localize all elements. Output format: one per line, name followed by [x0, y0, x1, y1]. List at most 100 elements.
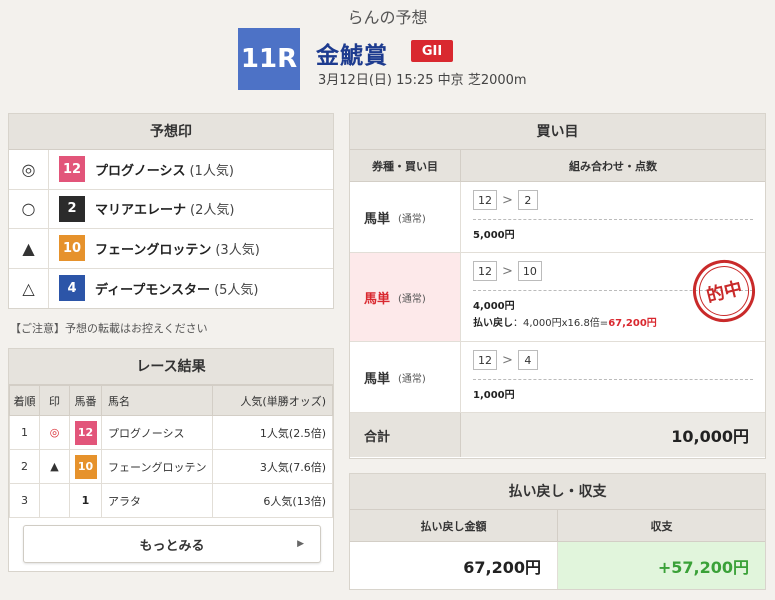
- result-number-cell: 10: [69, 449, 102, 484]
- col-popularity: 人気(単勝オッズ): [212, 385, 333, 416]
- race-result-heading: レース結果: [9, 349, 333, 385]
- horse-name: フェーングロッテン: [95, 242, 212, 258]
- col-balance: 収支: [650, 519, 673, 533]
- result-horse-name: アラタ: [101, 483, 213, 518]
- prediction-list: ◎ 12 プログノーシス (1人気) ○ 2 マリアエレーナ (2人気) ▲ 10 フェーングロッテ…: [9, 150, 333, 308]
- col-bet-type: 券種・買い目: [350, 150, 461, 181]
- second-horse-chip: 2: [517, 190, 538, 210]
- dashed-divider: [473, 219, 753, 220]
- race-number-badge: 11R: [238, 28, 300, 90]
- result-mark: ◎: [39, 415, 70, 450]
- race-info: 3月12日(日) 15:25 中京 芝2000m: [318, 73, 527, 88]
- result-rank: 1: [9, 415, 40, 450]
- col-payout-amount: 払い戻し金額: [350, 510, 558, 541]
- payout-amount: 67,200円: [350, 542, 558, 589]
- table-row: 1 ◎ 12 プログノーシス 1人気(2.5倍): [9, 415, 333, 450]
- col-combination: 組み合わせ・点数: [569, 159, 657, 173]
- prediction-heading: 予想印: [9, 114, 333, 150]
- horse-number-badge: 1: [74, 488, 97, 513]
- horse-popularity: (1人気): [189, 163, 234, 179]
- horse-popularity: (2人気): [190, 203, 235, 219]
- second-horse-chip: 10: [517, 261, 542, 281]
- race-name: 金鯱賞: [316, 43, 388, 69]
- horse-number-badge: 10: [59, 235, 85, 262]
- table-row: 2 ▲ 10 フェーングロッテン 3人気(7.6倍): [9, 449, 333, 484]
- bet-type-sub: (通常): [398, 373, 426, 385]
- col-mark: 印: [39, 385, 70, 416]
- total-value: 10,000円: [461, 413, 765, 457]
- page-title: らんの予想: [347, 8, 428, 27]
- table-row: 3 1 アラタ 6人気(13倍): [9, 483, 333, 518]
- bet-detail: 12 >4 1,000円: [461, 342, 765, 412]
- order-arrow-icon: >: [502, 192, 513, 208]
- more-button[interactable]: もっとみる ▶: [23, 525, 321, 563]
- race-result-panel: レース結果 着順 印 馬番 馬名 人気(単勝オッズ) 1 ◎ 12 プログノーシス 1人…: [8, 348, 334, 572]
- horse-popularity: (3人気): [215, 242, 260, 258]
- bet-type: 馬単 (通常): [350, 342, 461, 412]
- horse-popularity: (5人気): [214, 282, 259, 298]
- result-rank: 3: [9, 483, 40, 518]
- order-arrow-icon: >: [502, 352, 513, 368]
- prediction-mark: ▲: [9, 229, 49, 268]
- payout-panel: 払い戻し・収支 払い戻し金額 収支 67,200円 +57,200円: [349, 473, 766, 590]
- balance-amount: +57,200円: [558, 542, 765, 589]
- first-horse-chip: 12: [473, 350, 497, 370]
- bet-type-label: 馬単: [364, 371, 391, 387]
- bet-detail: 12 >10 4,000円 払い戻し：4,000円x16.8倍=67,200円 的中: [461, 253, 765, 341]
- prediction-mark: △: [9, 268, 49, 308]
- horse-name: プログノーシス: [95, 163, 186, 179]
- horse-number-badge: 4: [59, 275, 85, 302]
- prediction-row: ○ 2 マリアエレーナ (2人気): [9, 189, 333, 229]
- result-mark: ▲: [39, 449, 70, 484]
- col-number: 馬番: [69, 385, 102, 416]
- prediction-mark: ○: [9, 189, 49, 228]
- col-horse-name: 馬名: [101, 385, 213, 416]
- col-rank: 着順: [9, 385, 40, 416]
- result-horse-name: フェーングロッテン: [101, 449, 213, 484]
- horse-name: マリアエレーナ: [95, 203, 187, 219]
- result-number-cell: 1: [69, 483, 102, 518]
- prediction-row: ◎ 12 プログノーシス (1人気): [9, 150, 333, 190]
- result-popularity: 3人気(7.6倍): [212, 449, 333, 484]
- bet-detail: 12 >2 5,000円: [461, 182, 765, 252]
- result-popularity: 6人気(13倍): [212, 483, 333, 518]
- horse-name: ディープモンスター: [95, 282, 211, 298]
- bet-type-label: 馬単: [364, 291, 391, 307]
- bets-heading: 買い目: [350, 114, 765, 150]
- race-result-table: 着順 印 馬番 馬名 人気(単勝オッズ) 1 ◎ 12 プログノーシス 1人気(2.5倍…: [9, 385, 333, 518]
- result-horse-name: プログノーシス: [101, 415, 213, 450]
- bet-row: 馬単 (通常) 12 >2 5,000円: [350, 182, 765, 253]
- total-row: 合計 10,000円: [350, 413, 765, 457]
- bet-row: 馬単 (通常) 12 >4 1,000円: [350, 342, 765, 413]
- bet-combination: 12 >2: [473, 190, 753, 210]
- bet-row: 馬単 (通常) 12 >10 4,000円 払い戻し：4,000円x16.8倍=67,20…: [350, 253, 765, 342]
- result-number-cell: 12: [69, 415, 102, 450]
- horse-number-badge: 12: [59, 156, 85, 183]
- order-arrow-icon: >: [502, 263, 513, 279]
- bet-type-sub: (通常): [398, 293, 426, 305]
- bet-type: 馬単 (通常): [350, 253, 461, 341]
- bet-amount: 1,000円: [473, 390, 515, 401]
- bet-amount: 5,000円: [473, 230, 515, 241]
- result-mark: [39, 483, 70, 518]
- bet-type-label: 馬単: [364, 211, 391, 227]
- payout-result: 67,200円: [608, 318, 657, 329]
- repost-notice: 【ご注意】予想の転載はお控えください: [10, 322, 208, 335]
- first-horse-chip: 12: [473, 261, 497, 281]
- bets-panel: 買い目 券種・買い目 組み合わせ・点数 馬単 (通常) 12 >2 5,000円 馬単 (通…: [349, 113, 766, 459]
- payout-label: 払い戻し: [473, 318, 513, 329]
- bet-type-sub: (通常): [398, 213, 426, 225]
- total-label: 合計: [350, 413, 461, 457]
- prediction-panel: 予想印 ◎ 12 プログノーシス (1人気) ○ 2 マリアエレーナ (2人気) ▲ 10 フェーン…: [8, 113, 334, 309]
- prediction-mark: ◎: [9, 150, 49, 189]
- chevron-right-icon: ▶: [297, 539, 304, 549]
- bet-type: 馬単 (通常): [350, 182, 461, 252]
- horse-number-badge: 12: [74, 420, 97, 445]
- bet-combination: 12 >4: [473, 350, 753, 370]
- dashed-divider: [473, 379, 753, 380]
- result-popularity: 1人気(2.5倍): [212, 415, 333, 450]
- horse-number-badge: 10: [74, 454, 97, 479]
- first-horse-chip: 12: [473, 190, 497, 210]
- result-rank: 2: [9, 449, 40, 484]
- grade-badge: GII: [411, 40, 453, 62]
